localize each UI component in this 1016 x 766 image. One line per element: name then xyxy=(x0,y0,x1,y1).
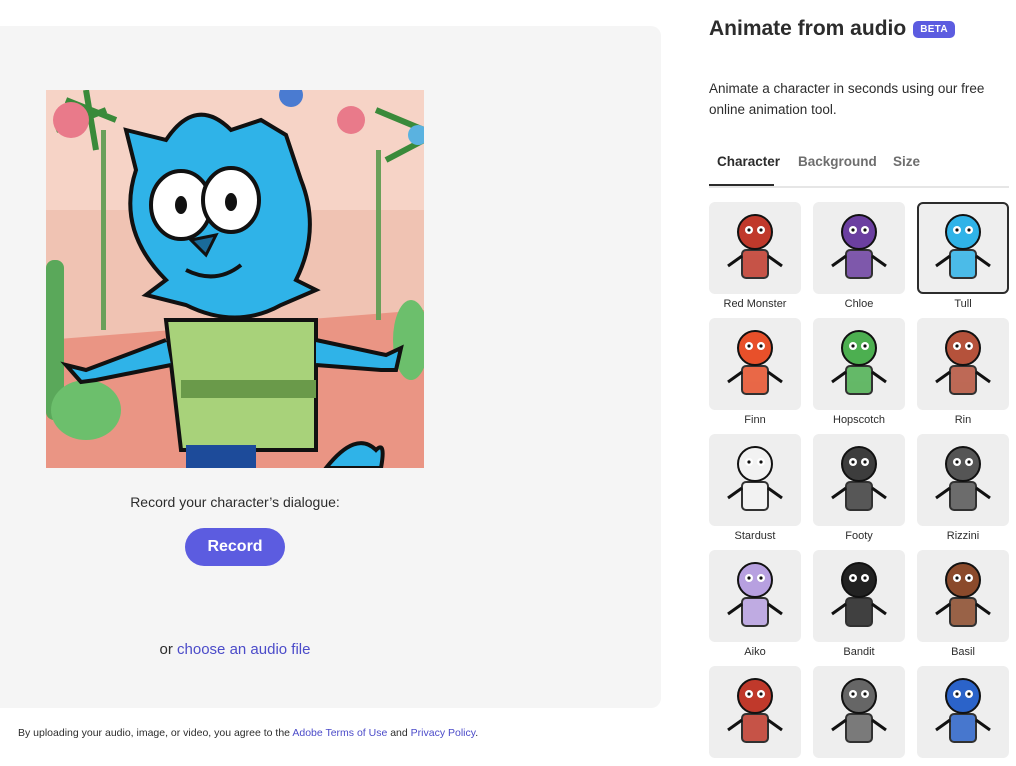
character-thumbnail xyxy=(813,202,905,294)
character-figure-icon xyxy=(727,562,783,627)
character-figure-icon xyxy=(935,214,991,279)
character-figure-icon xyxy=(727,214,783,279)
character-name: Rizzini xyxy=(946,530,980,542)
character-thumbnail xyxy=(709,550,801,642)
character-name: Red Monster xyxy=(723,298,787,310)
page-description: Animate a character in seconds using our… xyxy=(709,81,985,117)
character-preview xyxy=(46,90,424,468)
page-title: Animate from audio xyxy=(709,17,907,40)
audio-file-line: or choose an audio file xyxy=(0,641,470,658)
character-thumbnail xyxy=(813,318,905,410)
character-figure-icon xyxy=(935,330,991,395)
character-card-aiko[interactable]: Aiko xyxy=(709,550,801,662)
or-text: or xyxy=(159,641,173,658)
title-row: Animate from audio BETA xyxy=(709,17,955,41)
character-card-chloe[interactable]: Chloe xyxy=(813,202,905,314)
legal-notice: By uploading your audio, image, or video… xyxy=(18,727,478,739)
character-thumbnail xyxy=(709,202,801,294)
character-figure-icon xyxy=(831,562,887,627)
character-card-hopscotch[interactable]: Hopscotch xyxy=(813,318,905,430)
privacy-policy-link[interactable]: Privacy Policy xyxy=(411,727,476,739)
character-figure-icon xyxy=(935,562,991,627)
settings-panel: Animate from audio BETA Animate a charac… xyxy=(709,0,1016,766)
character-figure-icon xyxy=(831,678,887,743)
character-thumbnail xyxy=(917,434,1009,526)
character-card-rizzini[interactable]: Rizzini xyxy=(917,434,1009,546)
character-thumbnail xyxy=(917,666,1009,758)
character-card-bandit[interactable]: Bandit xyxy=(813,550,905,662)
character-name: Basil xyxy=(951,646,975,658)
character-thumbnail xyxy=(709,666,801,758)
character-name: Chloe xyxy=(844,298,874,310)
record-button[interactable]: Record xyxy=(185,528,285,566)
character-card-finn[interactable]: Finn xyxy=(709,318,801,430)
character-name: Aiko xyxy=(744,646,766,658)
character-name: Hopscotch xyxy=(833,414,885,426)
character-figure-icon xyxy=(727,446,783,511)
character-name: Finn xyxy=(744,414,766,426)
character-thumbnail xyxy=(917,550,1009,642)
character-thumbnail xyxy=(813,434,905,526)
character-card-stardust[interactable]: Stardust xyxy=(709,434,801,546)
character-figure-icon xyxy=(727,330,783,395)
character-figure-icon xyxy=(935,446,991,511)
character-card-character-15[interactable] xyxy=(917,666,1009,766)
legal-and-text: and xyxy=(390,727,408,739)
tab-character[interactable]: Character xyxy=(717,154,780,169)
character-figure-icon xyxy=(831,446,887,511)
tab-background[interactable]: Background xyxy=(798,154,877,169)
active-tab-indicator xyxy=(709,184,774,186)
character-thumbnail xyxy=(917,318,1009,410)
character-name: Tull xyxy=(954,298,972,310)
character-thumbnail xyxy=(813,666,905,758)
character-figure-icon xyxy=(935,678,991,743)
legal-text: By uploading your audio, image, or video… xyxy=(18,727,291,739)
terms-of-use-link[interactable]: Adobe Terms of Use xyxy=(292,727,387,739)
choose-audio-file-link[interactable]: choose an audio file xyxy=(177,641,310,658)
tab-size[interactable]: Size xyxy=(893,154,920,169)
character-card-red-monster[interactable]: Red Monster xyxy=(709,202,801,314)
record-prompt: Record your character’s dialogue: xyxy=(130,494,340,510)
character-figure-icon xyxy=(831,330,887,395)
character-thumbnail xyxy=(813,550,905,642)
character-card-character-13[interactable] xyxy=(709,666,801,766)
character-thumbnail xyxy=(709,318,801,410)
character-card-tull[interactable]: Tull xyxy=(917,202,1009,314)
character-name: Bandit xyxy=(843,646,875,658)
character-figure-icon xyxy=(727,678,783,743)
character-card-character-14[interactable] xyxy=(813,666,905,766)
character-name: Rin xyxy=(954,414,972,426)
character-card-rin[interactable]: Rin xyxy=(917,318,1009,430)
tull-character-illustration xyxy=(46,90,424,468)
character-name: Footy xyxy=(845,530,873,542)
character-name: Stardust xyxy=(734,530,776,542)
character-thumbnail xyxy=(917,202,1009,294)
settings-tabs: Character Background Size xyxy=(709,150,1009,188)
legal-period: . xyxy=(475,727,479,739)
character-card-footy[interactable]: Footy xyxy=(813,434,905,546)
character-figure-icon xyxy=(831,214,887,279)
character-thumbnail xyxy=(709,434,801,526)
character-card-basil[interactable]: Basil xyxy=(917,550,1009,662)
beta-badge: BETA xyxy=(913,20,955,38)
